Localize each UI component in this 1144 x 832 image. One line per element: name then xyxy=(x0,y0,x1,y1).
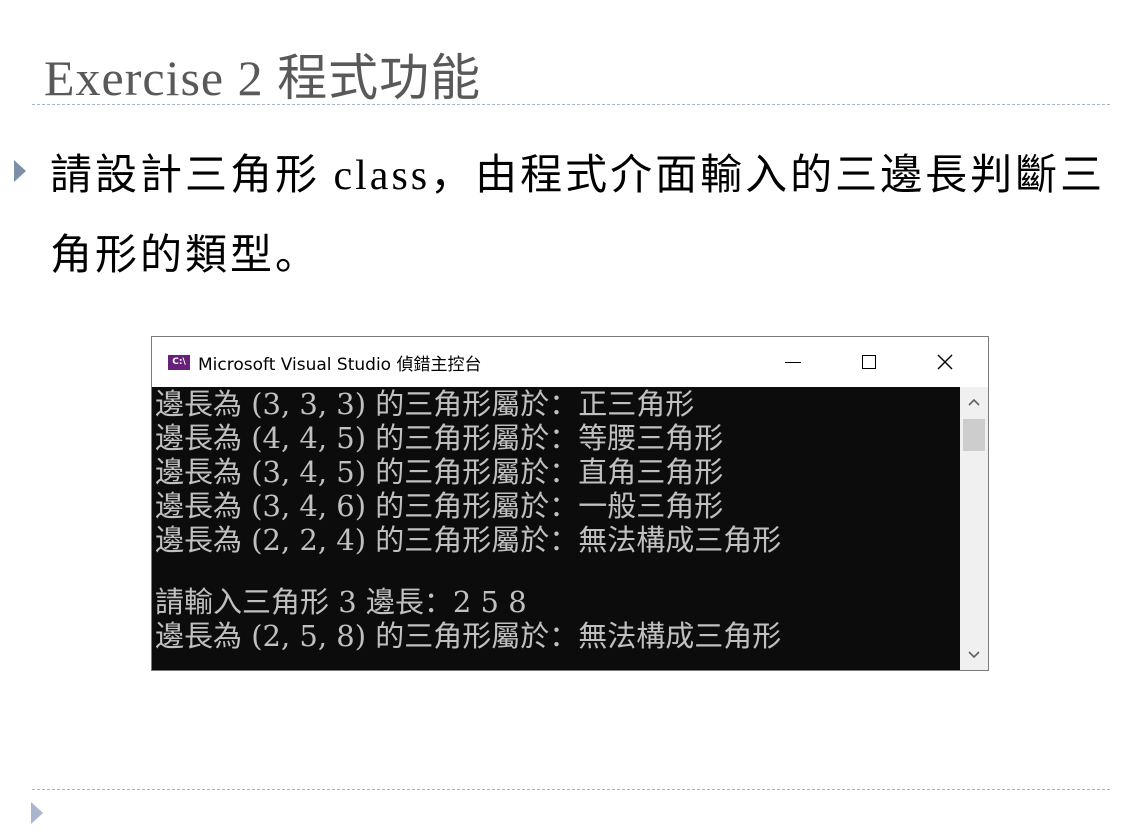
console-output[interactable]: 邊長為 (3, 3, 3) 的三角形屬於：正三角形 邊長為 (4, 4, 5) … xyxy=(152,387,960,670)
chevron-down-icon xyxy=(968,651,980,659)
title-divider xyxy=(32,104,1110,105)
console-titlebar[interactable]: C:\ Microsoft Visual Studio 偵錯主控台 xyxy=(152,337,988,387)
console-line: 邊長為 (2, 5, 8) 的三角形屬於：無法構成三角形 xyxy=(155,619,782,653)
console-line: 邊長為 (3, 4, 5) 的三角形屬於：直角三角形 xyxy=(155,455,724,489)
triangle-bullet-icon xyxy=(14,160,26,182)
close-icon xyxy=(937,354,953,370)
minimize-button[interactable] xyxy=(770,337,816,387)
maximize-button[interactable] xyxy=(846,337,892,387)
console-input-line: 請輸入三角形 3 邊長：2 5 8 xyxy=(155,585,527,619)
console-line: 邊長為 (3, 4, 6) 的三角形屬於：一般三角形 xyxy=(155,489,724,523)
slide-title: Exercise 2 程式功能 xyxy=(44,50,482,106)
console-app-icon: C:\ xyxy=(168,354,190,370)
scroll-down-button[interactable] xyxy=(960,644,988,666)
close-button[interactable] xyxy=(922,337,968,387)
console-line: 邊長為 (3, 3, 3) 的三角形屬於：正三角形 xyxy=(155,387,695,421)
maximize-icon xyxy=(862,355,876,369)
chevron-up-icon xyxy=(968,398,980,406)
console-window: C:\ Microsoft Visual Studio 偵錯主控台 邊長為 (3… xyxy=(151,336,989,671)
slide: Exercise 2 程式功能 請設計三角形 class，由程式介面輸入的三邊長… xyxy=(0,0,1144,832)
console-line: 邊長為 (4, 4, 5) 的三角形屬於：等腰三角形 xyxy=(155,421,724,455)
vertical-scrollbar[interactable] xyxy=(960,387,988,670)
slide-body-text: 請設計三角形 class，由程式介面輸入的三邊長判斷三角形的類型。 xyxy=(50,153,1106,279)
scroll-thumb[interactable] xyxy=(963,419,985,451)
console-line: 邊長為 (2, 2, 4) 的三角形屬於：無法構成三角形 xyxy=(155,523,782,557)
scroll-up-button[interactable] xyxy=(960,391,988,413)
footer-divider xyxy=(32,789,1110,790)
console-window-title: Microsoft Visual Studio 偵錯主控台 xyxy=(198,354,482,375)
empty-bullet-icon xyxy=(31,802,43,824)
minimize-icon xyxy=(785,361,801,363)
